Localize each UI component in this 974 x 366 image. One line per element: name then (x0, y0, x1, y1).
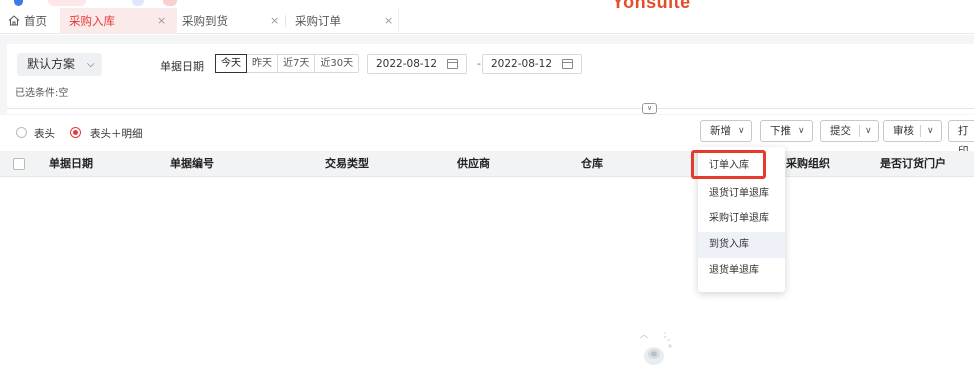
button-divider (920, 125, 921, 137)
select-all-checkbox[interactable] (13, 158, 25, 170)
radio-header-only-label: 表头 (34, 128, 55, 140)
range-today-button[interactable]: 今天 (215, 54, 247, 73)
chevron-down-icon: ∨ (646, 104, 653, 112)
tab-purchase-arrival[interactable]: 采购到货 × (182, 8, 285, 34)
tab-label: 采购到货 (182, 14, 228, 28)
app-logo-icon (163, 0, 177, 6)
audit-button[interactable]: 审核 ∨ (883, 120, 942, 142)
audit-label: 审核 (893, 125, 914, 137)
tab-home-label: 首页 (24, 14, 47, 28)
column-doc-date[interactable]: 单据日期 (49, 151, 93, 177)
app-logo-icon (48, 0, 86, 6)
new-button-label: 新增 (710, 125, 731, 137)
range-7days-button[interactable]: 近7天 (278, 55, 316, 72)
app-logo-icon (132, 0, 144, 6)
date-filter-label: 单据日期 (160, 60, 204, 73)
column-doc-number[interactable]: 单据编号 (170, 151, 214, 177)
tab-bar: 首页 采购入库 × 采购到货 × 采购订单 × (0, 8, 974, 34)
highlight-box (691, 150, 766, 179)
toolbar-row: 表头 表头＋明细 新增 ∨ 下推 ∨ 提交 ∨ 审核 ∨ 打印 (0, 120, 974, 157)
button-divider (859, 125, 860, 137)
tab-divider (285, 15, 286, 27)
column-supplier[interactable]: 供应商 (457, 151, 490, 177)
date-separator: - (477, 57, 481, 70)
close-icon[interactable]: × (157, 8, 166, 34)
menu-item-return-order-outbound[interactable]: 退货订单退库 (698, 181, 785, 207)
tab-label: 采购入库 (69, 14, 115, 28)
calendar-icon (447, 59, 458, 69)
column-warehouse[interactable]: 仓库 (581, 151, 603, 177)
collapse-filter-button[interactable]: ∨ (642, 103, 657, 114)
range-yesterday-button[interactable]: 昨天 (247, 55, 278, 72)
push-down-button[interactable]: 下推 ∨ (760, 120, 813, 142)
tab-label: 采购订单 (295, 14, 341, 28)
chevron-down-icon: ⌵ (87, 59, 95, 70)
scheme-selector[interactable]: 默认方案 ⌵ (17, 53, 102, 76)
radio-header-only[interactable] (16, 127, 27, 138)
app-logo-icon (14, 0, 23, 6)
column-transaction-type[interactable]: 交易类型 (325, 151, 369, 177)
chevron-down-icon: ∨ (865, 126, 872, 136)
print-button[interactable]: 打印 (948, 120, 974, 157)
date-from-value: 2022-08-12 (376, 58, 438, 70)
scheme-label: 默认方案 (27, 57, 76, 71)
date-to-input[interactable]: 2022-08-12 (482, 54, 582, 74)
push-down-label: 下推 (770, 125, 791, 137)
submit-label: 提交 (830, 125, 851, 137)
calendar-icon (562, 59, 573, 69)
close-icon[interactable]: × (384, 8, 393, 34)
menu-item-return-outbound[interactable]: 退货单退库 (698, 258, 785, 284)
table-header: 单据日期 单据编号 交易类型 供应商 仓库 采购组织 是否订货门户 (0, 151, 974, 177)
column-order-portal[interactable]: 是否订货门户 (880, 151, 946, 177)
date-to-value: 2022-08-12 (491, 58, 553, 70)
column-purchase-org[interactable]: 采购组织 (786, 151, 830, 177)
date-from-input[interactable]: 2022-08-12 (367, 54, 467, 74)
new-button[interactable]: 新增 ∨ (700, 120, 752, 142)
tab-home[interactable]: 首页 (8, 8, 58, 34)
app-header: Yonsuite (0, 0, 974, 8)
close-icon[interactable]: × (270, 8, 279, 34)
submit-button[interactable]: 提交 ∨ (820, 120, 879, 142)
home-icon (8, 15, 20, 26)
chevron-down-icon: ∨ (927, 126, 934, 136)
menu-item-purchase-order-outbound[interactable]: 采购订单退库 (698, 206, 785, 232)
tab-purchase-inbound[interactable]: 采购入库 × (60, 8, 177, 34)
quick-range-group: 今天 昨天 近7天 近30天 (215, 54, 360, 73)
chevron-down-icon: ∨ (738, 126, 745, 136)
filter-panel: 默认方案 ⌵ 已选条件:空 单据日期 今天 昨天 近7天 近30天 2022-0… (7, 44, 974, 114)
tab-purchase-order[interactable]: 采购订单 × (295, 8, 399, 34)
range-30days-button[interactable]: 近30天 (315, 55, 359, 72)
menu-item-arrival-inbound[interactable]: 到货入库 (698, 232, 785, 258)
radio-header-detail-label: 表头＋明细 (90, 128, 143, 140)
filter-divider (7, 108, 974, 109)
empty-state-icon (639, 332, 672, 365)
radio-header-detail[interactable] (70, 127, 81, 138)
selected-conditions: 已选条件:空 (15, 88, 69, 99)
brand-logo: Yonsuite (612, 0, 691, 8)
chevron-down-icon: ∨ (798, 126, 805, 136)
filter-area: 默认方案 ⌵ 已选条件:空 单据日期 今天 昨天 近7天 近30天 2022-0… (0, 35, 974, 115)
